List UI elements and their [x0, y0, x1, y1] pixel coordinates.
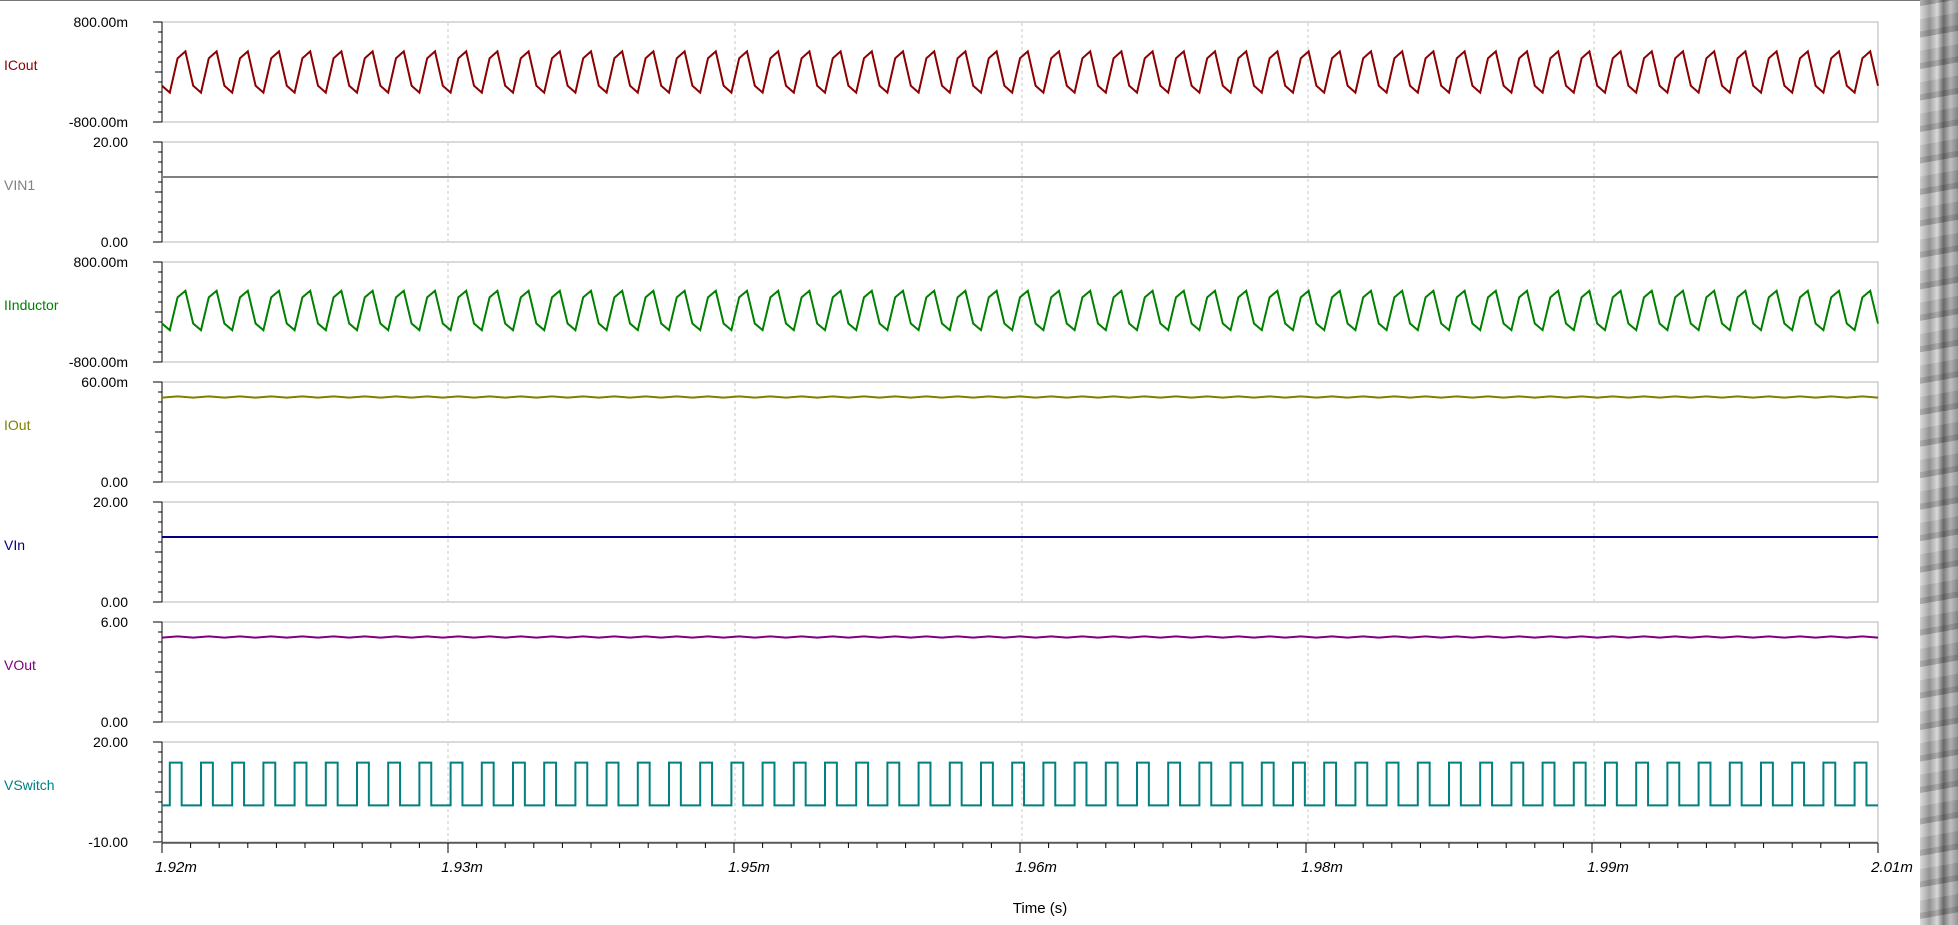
x-axis-label: Time (s) — [1013, 900, 1067, 917]
plot-area — [161, 141, 1879, 243]
y-min-label: 0.00 — [101, 474, 128, 490]
x-tick-label: 1.92m — [155, 859, 197, 876]
y-max-label: 20.00 — [93, 494, 128, 510]
panel-iout: 60.00m 0.00 IOut — [4, 374, 1879, 490]
y-min-label: -800.00m — [69, 114, 128, 130]
x-tick-label: 1.99m — [1587, 859, 1629, 876]
panel-icout: 800.00m -800.00m ICout — [4, 14, 1879, 130]
y-max-label: 20.00 — [93, 134, 128, 150]
series-name: VSwitch — [4, 777, 55, 793]
panel-vswitch: 20.00 -10.00 VSwitch — [4, 734, 1879, 850]
y-max-label: 800.00m — [74, 254, 128, 270]
y-max-label: 20.00 — [93, 734, 128, 750]
background-rock-image — [1920, 0, 1958, 925]
panels-group: 800.00m -800.00m ICout 20.00 0.00 VIN1 800.00m… — [4, 14, 1879, 850]
y-max-label: 800.00m — [74, 14, 128, 30]
series-name: VIn — [4, 537, 25, 553]
x-tick-label: 2.01m — [1870, 859, 1913, 876]
series-name: VOut — [4, 657, 36, 673]
panel-vout: 6.00 0.00 VOut — [4, 614, 1879, 730]
y-min-label: 0.00 — [101, 714, 128, 730]
y-min-label: -800.00m — [69, 354, 128, 370]
y-min-label: 0.00 — [101, 594, 128, 610]
plot-area — [161, 261, 1879, 363]
panel-vin: 20.00 0.00 VIn — [4, 494, 1879, 610]
x-tick-label: 1.98m — [1301, 859, 1343, 876]
series-name: ICout — [4, 57, 38, 73]
series-name: VIN1 — [4, 177, 35, 193]
panel-vin1: 20.00 0.00 VIN1 — [4, 134, 1879, 250]
series-name: IOut — [4, 417, 31, 433]
x-tick-label: 1.96m — [1015, 859, 1057, 876]
y-min-label: -10.00 — [88, 834, 128, 850]
x-tick-label: 1.93m — [441, 859, 483, 876]
panel-iinductor: 800.00m -800.00m IInductor — [4, 254, 1879, 370]
waveform-chart: 800.00m -800.00m ICout 20.00 0.00 VIN1 800.00m… — [0, 0, 1958, 917]
series-name: IInductor — [4, 297, 59, 313]
y-min-label: 0.00 — [101, 234, 128, 250]
plot-area — [161, 501, 1879, 603]
x-tick-label: 1.95m — [728, 859, 770, 876]
plot-area — [161, 21, 1879, 123]
y-max-label: 60.00m — [81, 374, 128, 390]
x-axis: 1.92m 1.93m 1.95m 1.96m 1.98m 1.99m 2.01m — [155, 842, 1913, 876]
y-max-label: 6.00 — [101, 614, 128, 630]
